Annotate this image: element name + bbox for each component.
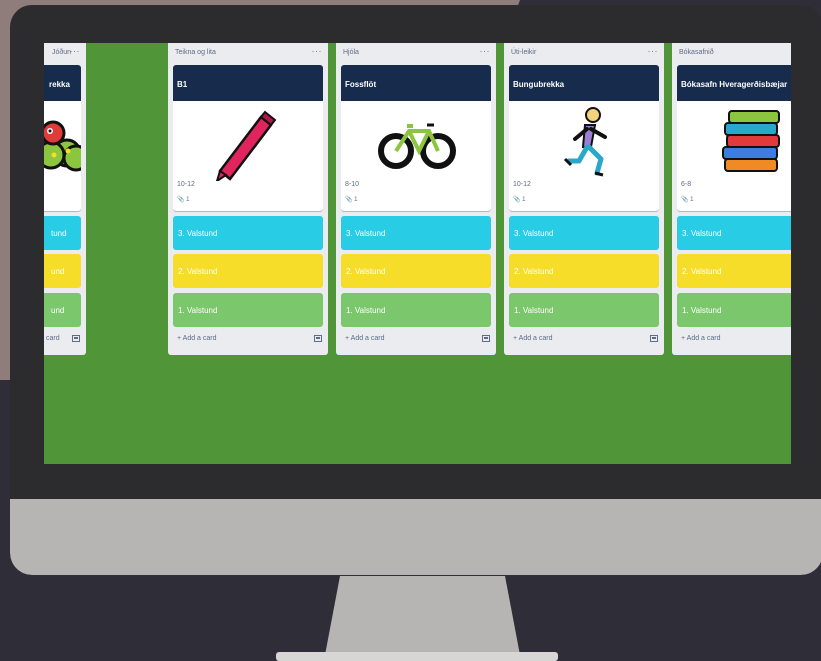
attachment-count: 📎 1 xyxy=(681,197,694,203)
label-valstund-1[interactable]: 1. Valstund xyxy=(173,293,323,327)
label-valstund-1[interactable]: und xyxy=(44,293,81,327)
card-age-range: 8-10 xyxy=(345,181,360,188)
label-valstund-2[interactable]: 2. Valstund xyxy=(341,254,491,288)
screen: Jóðun ··· rekka tund und und card Teikna… xyxy=(44,43,791,464)
list-header[interactable]: Úti-leikir ··· xyxy=(510,46,659,61)
add-card-button[interactable]: card xyxy=(46,335,60,342)
label-valstund-3[interactable]: 3. Valstund xyxy=(173,216,323,250)
card[interactable] xyxy=(44,101,81,211)
label-valstund-3[interactable]: 3. Valstund xyxy=(509,216,659,250)
card-age-range: 10-12 xyxy=(177,181,195,188)
card-cover[interactable]: Bungubrekka xyxy=(509,65,659,101)
add-card-button[interactable]: + Add a card xyxy=(681,335,721,342)
label-valstund-2[interactable]: 2. Valstund xyxy=(173,254,323,288)
card-cover[interactable]: Fossflöt xyxy=(341,65,491,101)
card-title: Fossflöt xyxy=(345,80,377,89)
list-title: Bókasafnið xyxy=(679,49,714,56)
add-card-button[interactable]: + Add a card xyxy=(513,335,553,342)
card-template-icon[interactable] xyxy=(72,335,80,342)
trello-board: Jóðun ··· rekka tund und und card Teikna… xyxy=(44,43,791,464)
label-valstund-2[interactable]: 2. Valstund xyxy=(677,254,791,288)
add-card-button[interactable]: + Add a card xyxy=(177,335,217,342)
label-valstund-1[interactable]: 1. Valstund xyxy=(509,293,659,327)
list-column: Hjóla ··· Fossflöt 8-10 📎 1 3. Valstund … xyxy=(336,43,496,355)
card-title: rekka xyxy=(49,80,70,89)
card-cover[interactable]: B1 xyxy=(173,65,323,101)
list-title: Úti-leikir xyxy=(511,49,537,56)
label-valstund-3[interactable]: tund xyxy=(44,216,81,250)
list-menu-icon[interactable]: ··· xyxy=(70,46,81,56)
list-header[interactable]: Jóðun ··· xyxy=(44,46,81,61)
card-template-icon[interactable] xyxy=(314,335,322,342)
attachment-count: 📎 1 xyxy=(345,197,358,203)
attachment-count: 📎 1 xyxy=(513,197,526,203)
caterpillar-icon xyxy=(44,120,81,172)
card-cover[interactable]: Bókasafn Hveragerðisbæjar xyxy=(677,65,791,101)
card-title: Bókasafn Hveragerðisbæjar xyxy=(681,80,788,89)
label-valstund-3[interactable]: 3. Valstund xyxy=(341,216,491,250)
card-template-icon[interactable] xyxy=(650,335,658,342)
label-valstund-3[interactable]: 3. Valstund xyxy=(677,216,791,250)
list-title: Teikna og lita xyxy=(175,49,216,56)
label-valstund-1[interactable]: 1. Valstund xyxy=(677,293,791,327)
list-column: Úti-leikir ··· Bungubrekka 10-12 📎 1 3. … xyxy=(504,43,664,355)
bicycle-icon xyxy=(378,123,456,169)
list-menu-icon[interactable]: ··· xyxy=(648,46,659,56)
list-title: Hjóla xyxy=(343,49,359,56)
card-title: B1 xyxy=(177,80,188,89)
list-menu-icon[interactable]: ··· xyxy=(480,46,491,56)
card[interactable]: 6-8 📎 1 xyxy=(677,101,791,211)
list-header[interactable]: Bókasafnið xyxy=(678,47,791,61)
list-column: Teikna og lita ··· B1 10-12 📎 1 3. Valst… xyxy=(168,43,328,355)
card[interactable]: 8-10 📎 1 xyxy=(341,101,491,211)
card[interactable]: 10-12 📎 1 xyxy=(173,101,323,211)
list-column: Jóðun ··· rekka tund und und card xyxy=(44,43,86,355)
card-template-icon[interactable] xyxy=(482,335,490,342)
list-title: Jóðun xyxy=(52,49,72,56)
card-cover[interactable]: rekka xyxy=(44,65,81,101)
list-menu-icon[interactable]: ··· xyxy=(312,46,323,56)
list-column: Bókasafnið Bókasafn Hveragerðisbæjar 6-8… xyxy=(672,43,791,355)
monitor-chin xyxy=(10,499,821,575)
crayon-icon xyxy=(215,110,277,181)
card-title: Bungubrekka xyxy=(513,80,565,89)
card[interactable]: 10-12 📎 1 xyxy=(509,101,659,211)
label-valstund-2[interactable]: 2. Valstund xyxy=(509,254,659,288)
card-age-range: 10-12 xyxy=(513,181,531,188)
label-valstund-2[interactable]: und xyxy=(44,254,81,288)
card-age-range: 6-8 xyxy=(681,181,692,188)
list-header[interactable]: Hjóla ··· xyxy=(342,46,491,61)
add-card-button[interactable]: + Add a card xyxy=(345,335,385,342)
label-valstund-1[interactable]: 1. Valstund xyxy=(341,293,491,327)
books-icon xyxy=(722,110,780,172)
runner-icon xyxy=(563,107,607,177)
attachment-count: 📎 1 xyxy=(177,197,190,203)
list-header[interactable]: Teikna og lita ··· xyxy=(174,46,323,61)
